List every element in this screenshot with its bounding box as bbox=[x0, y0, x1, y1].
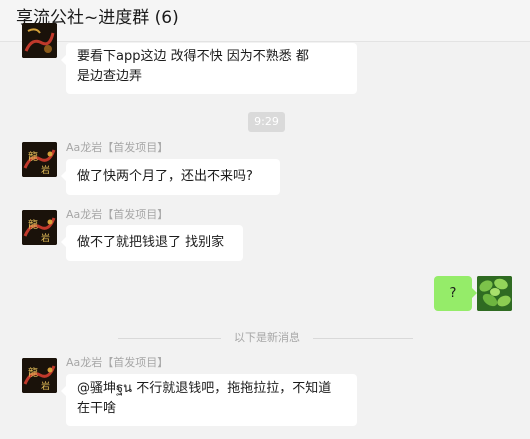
sender-name: Aa龙岩【首发项目】 bbox=[66, 141, 169, 154]
message-bubble[interactable]: @骚坤ฐน 不行就退钱吧，拖拖拉拉，不知道 在干啥 bbox=[61, 374, 357, 426]
self-message-bubble[interactable]: ? bbox=[434, 276, 477, 311]
chat-title-bar: 享流公社~进度群 (6) bbox=[0, 0, 530, 42]
message-line: 要看下app这边 改得不快 因为不熟悉 都 bbox=[77, 49, 309, 64]
svg-text:岩: 岩 bbox=[41, 380, 50, 392]
chat-window: 享流公社~进度群 (6) 要看下app这边 改得不快 因为不熟悉 都 是边查边弄… bbox=[0, 0, 530, 439]
svg-text:岩: 岩 bbox=[41, 164, 50, 176]
message-line: 在干啥 bbox=[77, 401, 117, 416]
timestamp-badge: 9:29 bbox=[248, 112, 285, 132]
message-line: 是边查边弄 bbox=[77, 69, 143, 84]
sender-avatar[interactable]: 龍 岩 bbox=[22, 210, 57, 245]
message-text: ? bbox=[449, 286, 457, 301]
divider-line-left bbox=[118, 338, 221, 339]
message-bubble[interactable]: 要看下app这边 改得不快 因为不熟悉 都 是边查边弄 bbox=[61, 43, 357, 94]
message-line: @骚坤ฐน 不行就退钱吧，拖拖拉拉，不知道 bbox=[77, 381, 332, 396]
divider-line-right bbox=[313, 338, 413, 339]
new-messages-divider: 以下是新消息 bbox=[234, 331, 300, 344]
sender-avatar[interactable]: 龍 岩 bbox=[22, 358, 57, 393]
svg-text:龍: 龍 bbox=[28, 218, 38, 231]
sender-avatar[interactable]: 龍 岩 bbox=[22, 142, 57, 177]
svg-text:龍: 龍 bbox=[28, 150, 38, 163]
sender-name: Aa龙岩【首发项目】 bbox=[66, 356, 169, 369]
message-text: 做不了就把钱退了 找别家 bbox=[77, 235, 225, 250]
svg-text:龍: 龍 bbox=[28, 366, 38, 379]
sender-avatar[interactable] bbox=[22, 23, 57, 58]
message-bubble[interactable]: 做不了就把钱退了 找别家 bbox=[61, 225, 243, 261]
svg-text:岩: 岩 bbox=[41, 232, 50, 244]
self-avatar[interactable] bbox=[477, 276, 512, 311]
message-bubble[interactable]: 做了快两个月了，还出不来吗? bbox=[61, 159, 280, 195]
message-text: 做了快两个月了，还出不来吗? bbox=[77, 169, 253, 184]
sender-name: Aa龙岩【首发项目】 bbox=[66, 208, 169, 221]
